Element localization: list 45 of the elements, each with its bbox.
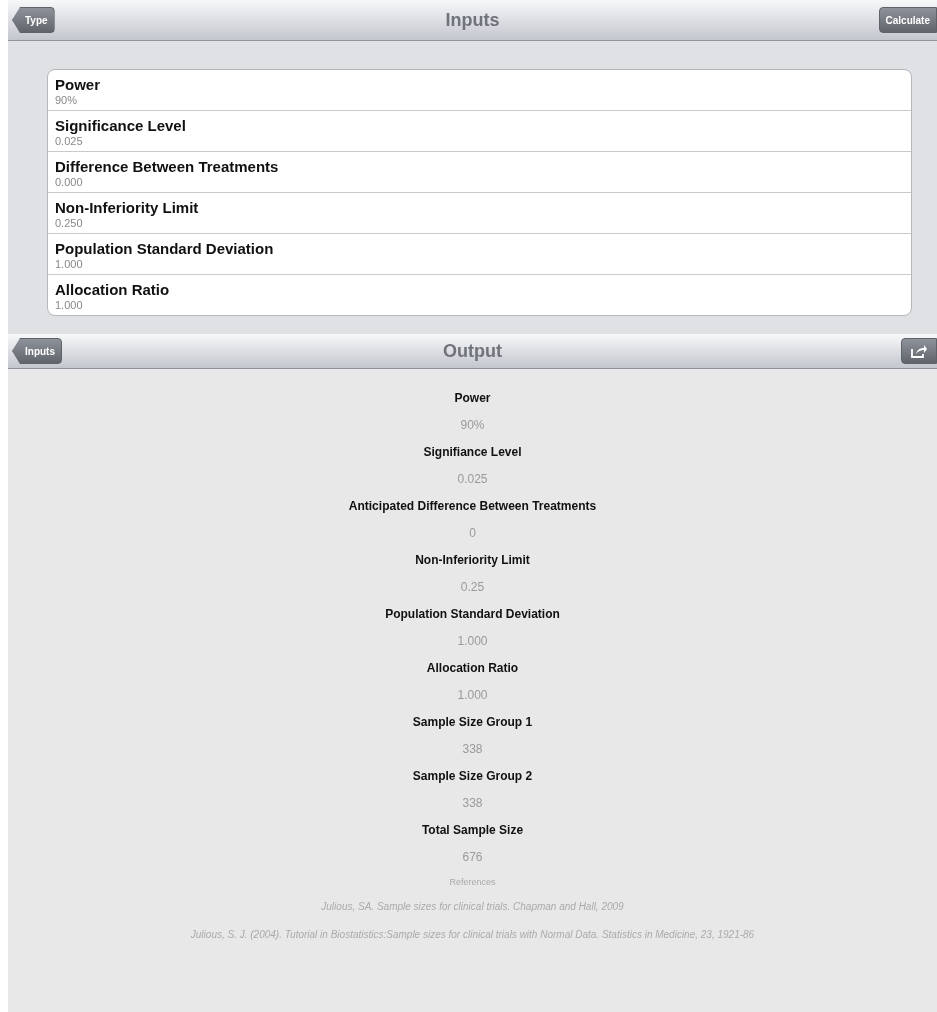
output-label: Allocation Ratio: [426, 660, 519, 677]
input-label: Difference Between Treatments: [55, 158, 280, 175]
input-row[interactable]: Allocation Ratio 1.000: [48, 274, 911, 315]
input-label: Power: [55, 76, 101, 93]
input-row[interactable]: Population Standard Deviation 1.000: [48, 233, 911, 274]
output-value: 0.025: [457, 471, 488, 488]
bar-title: Inputs: [445, 9, 500, 31]
input-row[interactable]: Difference Between Treatments 0.000: [48, 151, 911, 192]
input-value: 0.025: [55, 135, 84, 147]
output-value: 1.000: [457, 633, 488, 650]
output-label: Total Sample Size: [421, 822, 524, 839]
input-row[interactable]: Non-Inferiority Limit 0.250: [48, 192, 911, 233]
bar-title: Output: [443, 340, 502, 362]
output-value: 0.25: [460, 579, 485, 596]
output-label: Signifiance Level: [423, 444, 522, 461]
output-label: Non-Inferiority Limit: [415, 552, 530, 569]
input-label: Allocation Ratio: [55, 281, 171, 298]
share-button[interactable]: [901, 338, 937, 364]
back-button[interactable]: Inputs: [12, 338, 62, 364]
input-value: 1.000: [55, 299, 84, 311]
input-label: Non-Inferiority Limit: [55, 199, 200, 216]
input-value: 1.000: [55, 258, 84, 270]
output-value: 338: [462, 741, 483, 758]
calculate-button[interactable]: Calculate: [878, 7, 937, 33]
reference-text: Julious, SA. Sample sizes for clinical trials. Chapman and Hall, 2009: [321, 900, 624, 914]
output-value: 338: [462, 795, 483, 812]
output-label: Sample Size Group 2: [412, 768, 533, 785]
output-value: 676: [462, 849, 483, 866]
input-value: 0.250: [55, 217, 84, 229]
output-value: 0: [469, 525, 476, 542]
output-label: Power: [454, 390, 491, 407]
input-value: 90%: [55, 94, 79, 106]
input-row[interactable]: Significance Level 0.025: [48, 110, 911, 151]
back-button[interactable]: Type: [12, 7, 55, 33]
output-value: 90%: [460, 417, 485, 434]
output-label: Sample Size Group 1: [412, 714, 533, 731]
input-row[interactable]: Power 90%: [48, 70, 911, 110]
output-label: Anticipated Difference Between Treatments: [348, 498, 597, 515]
input-label: Population Standard Deviation: [55, 240, 275, 257]
input-value: 0.000: [55, 176, 84, 188]
share-icon: [911, 344, 927, 358]
input-label: Significance Level: [55, 117, 187, 134]
output-label: Population Standard Deviation: [385, 606, 560, 623]
output-value: 1.000: [457, 687, 488, 704]
reference-text: Julious, S. J. (2004). Tutorial in Biostatistics:Sample sizes for clinical trials with Normal Data. Statistics in Medicine, 23, 1921-86: [190, 928, 755, 942]
